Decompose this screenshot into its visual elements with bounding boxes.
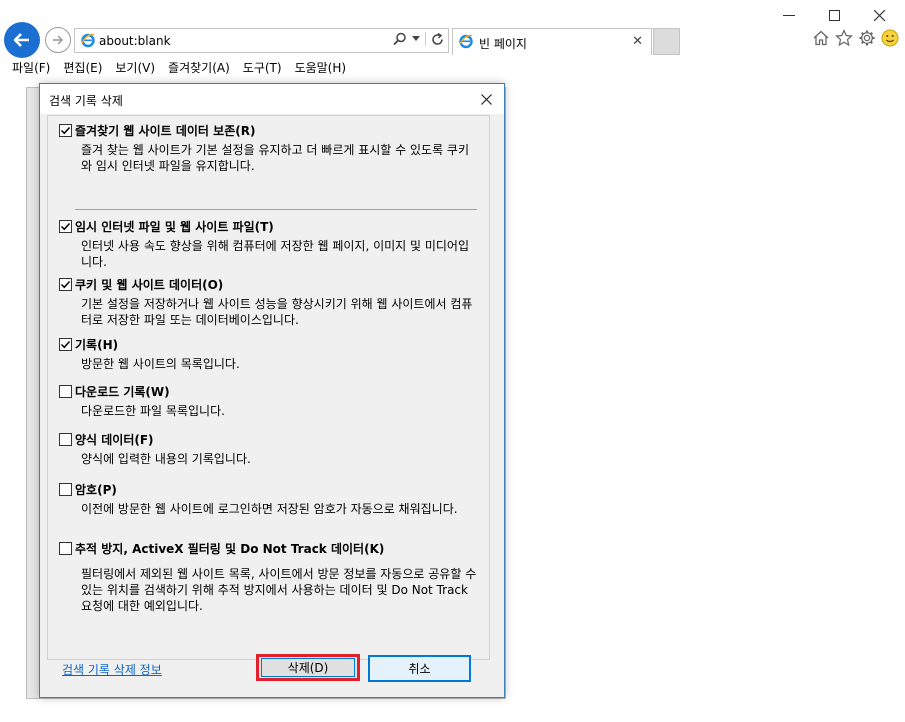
- about-delete-history-link[interactable]: 검색 기록 삭제 정보: [62, 661, 162, 678]
- checkbox-preserve-favorites[interactable]: [59, 123, 72, 137]
- scroll-strip: [492, 115, 504, 660]
- close-window-button[interactable]: [857, 4, 903, 28]
- option-temp-files: 임시 인터넷 파일 및 웹 사이트 파일(T) 인터넷 사용 속도 향상을 위해…: [59, 218, 479, 270]
- option-history: 기록(H) 방문한 웹 사이트의 목록입니다.: [59, 336, 479, 372]
- checkmark-icon: [60, 340, 71, 348]
- option-description: 즐겨 찾는 웹 사이트가 기본 설정을 유지하고 더 빠르게 표시할 수 있도록…: [81, 143, 470, 173]
- option-tracking-protection: 추적 방지, ActiveX 필터링 및 Do Not Track 데이터(K)…: [59, 540, 479, 614]
- option-label[interactable]: 임시 인터넷 파일 및 웹 사이트 파일(T): [75, 218, 274, 235]
- option-description: 인터넷 사용 속도 향상을 위해 컴퓨터에 저장한 웹 페이지, 이미지 및 미…: [81, 239, 470, 269]
- option-description: 양식에 입력한 내용의 기록입니다.: [81, 452, 251, 466]
- option-label[interactable]: 기록(H): [75, 336, 118, 353]
- menu-help[interactable]: 도움말(H): [289, 57, 354, 77]
- tab-blank-page[interactable]: 빈 페이지 ✕: [452, 28, 652, 55]
- maximize-button[interactable]: [812, 4, 858, 28]
- favorites-star-icon[interactable]: [835, 29, 853, 47]
- option-label[interactable]: 쿠키 및 웹 사이트 데이터(O): [75, 276, 223, 293]
- cancel-button-label: 취소: [408, 662, 431, 676]
- back-arrow-icon: [13, 33, 29, 47]
- menu-edit[interactable]: 편집(E): [57, 57, 109, 77]
- checkmark-icon: [60, 222, 71, 230]
- home-icon[interactable]: [812, 29, 830, 47]
- browser-chrome: about:blank 빈 페이지 ✕ 파일(F) 편집(E) 보기(V) 즐겨…: [0, 0, 905, 80]
- checkbox-passwords[interactable]: [59, 482, 72, 496]
- checkmark-icon: [60, 280, 71, 288]
- option-download-history: 다운로드 기록(W) 다운로드한 파일 목록입니다.: [59, 383, 479, 419]
- checkbox-form-data[interactable]: [59, 432, 72, 446]
- menu-favorites[interactable]: 즐겨찾기(A): [162, 57, 237, 77]
- option-label[interactable]: 양식 데이터(F): [75, 431, 154, 448]
- separator: [75, 209, 477, 210]
- cancel-button[interactable]: 취소: [368, 655, 471, 682]
- menu-view[interactable]: 보기(V): [109, 57, 162, 77]
- option-label[interactable]: 즐겨찾기 웹 사이트 데이터 보존(R): [75, 122, 255, 139]
- new-tab-button[interactable]: [653, 28, 680, 55]
- refresh-icon[interactable]: [431, 32, 444, 46]
- dialog-close-button[interactable]: [476, 89, 496, 109]
- options-panel: 즐겨찾기 웹 사이트 데이터 보존(R) 즐겨 찾는 웹 사이트가 기본 설정을…: [47, 115, 490, 660]
- option-description: 기본 설정을 저장하거나 웹 사이트 성능을 향상시키기 위해 웹 사이트에서 …: [81, 297, 473, 327]
- checkbox-temp-files[interactable]: [59, 219, 72, 233]
- minimize-button[interactable]: [766, 4, 812, 28]
- minimize-icon: [783, 15, 795, 16]
- tab-title: 빈 페이지: [479, 37, 527, 51]
- checkbox-history[interactable]: [59, 337, 72, 351]
- option-label[interactable]: 추적 방지, ActiveX 필터링 및 Do Not Track 데이터(K): [75, 540, 384, 557]
- delete-button[interactable]: 삭제(D): [256, 654, 360, 681]
- close-icon: [480, 93, 492, 105]
- menu-bar: 파일(F) 편집(E) 보기(V) 즐겨찾기(A) 도구(T) 도움말(H): [0, 57, 905, 77]
- delete-browsing-history-dialog: 검색 기록 삭제 즐겨찾기 웹 사이트 데이터 보존(R) 즐겨 찾는 웹 사이…: [39, 83, 505, 698]
- checkmark-icon: [60, 126, 71, 134]
- checkbox-download-history[interactable]: [59, 384, 72, 398]
- divider: [425, 32, 426, 46]
- forward-arrow-icon: [53, 35, 64, 45]
- option-label[interactable]: 암호(P): [75, 481, 117, 498]
- gear-icon[interactable]: [858, 29, 876, 47]
- search-icon[interactable]: [393, 32, 407, 46]
- ie-logo-icon: [81, 33, 95, 48]
- option-label[interactable]: 다운로드 기록(W): [75, 383, 170, 400]
- checkbox-tracking-protection[interactable]: [59, 541, 72, 555]
- option-description: 필터링에서 제외된 웹 사이트 목록, 사이트에서 방문 정보를 자동으로 공유…: [81, 567, 477, 613]
- delete-button-label: 삭제(D): [287, 661, 329, 675]
- close-icon: [874, 10, 886, 22]
- address-bar[interactable]: about:blank: [74, 28, 449, 53]
- tab-close-icon[interactable]: ✕: [632, 34, 643, 49]
- ie-logo-icon: [459, 34, 473, 49]
- option-description: 방문한 웹 사이트의 목록입니다.: [81, 357, 240, 371]
- option-form-data: 양식 데이터(F) 양식에 입력한 내용의 기록입니다.: [59, 431, 479, 467]
- option-cookies: 쿠키 및 웹 사이트 데이터(O) 기본 설정을 저장하거나 웹 사이트 성능을…: [59, 276, 479, 328]
- option-description: 다운로드한 파일 목록입니다.: [81, 404, 225, 418]
- option-description: 이전에 방문한 웹 사이트에 로그인하면 저장된 암호가 자동으로 채워집니다.: [81, 502, 458, 516]
- option-preserve-favorites: 즐겨찾기 웹 사이트 데이터 보존(R) 즐겨 찾는 웹 사이트가 기본 설정을…: [59, 122, 479, 174]
- address-text: about:blank: [99, 34, 171, 48]
- option-passwords: 암호(P) 이전에 방문한 웹 사이트에 로그인하면 저장된 암호가 자동으로 …: [59, 481, 479, 517]
- maximize-icon: [829, 10, 840, 21]
- chevron-down-icon[interactable]: [412, 36, 420, 42]
- menu-tools[interactable]: 도구(T): [237, 57, 289, 77]
- checkbox-cookies[interactable]: [59, 277, 72, 291]
- smiley-feedback-icon[interactable]: [881, 29, 899, 47]
- back-button[interactable]: [4, 22, 40, 58]
- forward-button[interactable]: [45, 27, 71, 53]
- menu-file[interactable]: 파일(F): [0, 57, 57, 77]
- dialog-title: 검색 기록 삭제: [49, 94, 123, 108]
- dialog-titlebar: 검색 기록 삭제: [40, 84, 504, 114]
